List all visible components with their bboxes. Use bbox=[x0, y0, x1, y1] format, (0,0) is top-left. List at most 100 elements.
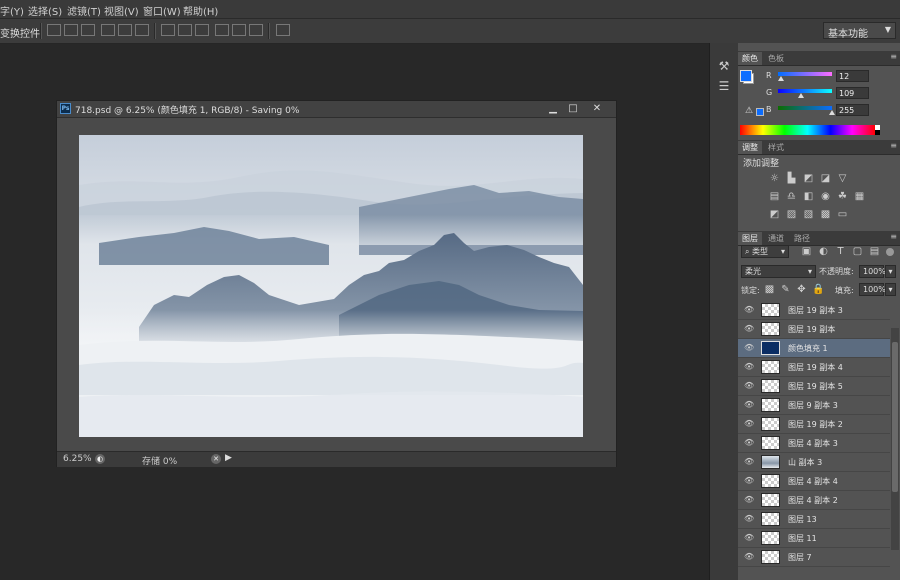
color-lookup-icon[interactable]: ▦ bbox=[854, 192, 865, 202]
panel-menu-icon[interactable]: ≡ bbox=[890, 52, 897, 61]
panel-menu-icon[interactable]: ≡ bbox=[890, 141, 897, 150]
align-left-icon[interactable] bbox=[101, 24, 115, 36]
web-safe-color-swatch[interactable] bbox=[756, 108, 764, 116]
visibility-eye-icon[interactable]: 👁 bbox=[744, 305, 754, 314]
lock-transparency-icon[interactable]: ▩ bbox=[764, 285, 775, 295]
lock-position-icon[interactable]: ✥ bbox=[796, 285, 807, 295]
layer-row[interactable]: 👁 图层 19 副本 5 bbox=[738, 377, 890, 396]
distribute-bottom-icon[interactable] bbox=[195, 24, 209, 36]
layer-row[interactable]: 👁 图层 7 bbox=[738, 548, 890, 567]
layer-row[interactable]: 👁 图层 4 副本 2 bbox=[738, 491, 890, 510]
canvas-area[interactable] bbox=[57, 118, 616, 451]
visibility-eye-icon[interactable]: 👁 bbox=[744, 438, 754, 447]
tab-layers[interactable]: 图层 bbox=[738, 232, 762, 245]
layer-row[interactable]: 👁 图层 4 副本 3 bbox=[738, 434, 890, 453]
filter-adjustment-icon[interactable]: ◐ bbox=[818, 247, 829, 257]
info-icon[interactable]: ◐ bbox=[95, 454, 105, 464]
menu-view[interactable]: 视图(V) bbox=[104, 3, 139, 18]
align-right-icon[interactable] bbox=[135, 24, 149, 36]
layer-row[interactable]: 👁 图层 19 副本 3 bbox=[738, 301, 890, 320]
sliders-icon[interactable]: ☰ bbox=[717, 79, 731, 93]
filter-type-icon[interactable]: T bbox=[835, 247, 846, 257]
hue-saturation-icon[interactable]: ▤ bbox=[769, 192, 780, 202]
r-slider-thumb[interactable] bbox=[777, 76, 784, 81]
layer-row[interactable]: 👁 图层 19 副本 4 bbox=[738, 358, 890, 377]
foreground-color-swatch[interactable] bbox=[740, 70, 752, 82]
visibility-eye-icon[interactable]: 👁 bbox=[744, 476, 754, 485]
layers-scrollbar[interactable] bbox=[891, 328, 899, 550]
opacity-input[interactable]: 100% bbox=[859, 265, 886, 278]
minimize-button[interactable]: ▁ bbox=[543, 102, 563, 115]
tab-channels[interactable]: 通道 bbox=[764, 232, 788, 245]
layer-row[interactable]: 👁 图层 19 副本 bbox=[738, 320, 890, 339]
distribute-left-icon[interactable] bbox=[215, 24, 229, 36]
r-slider-track[interactable] bbox=[778, 72, 832, 76]
menu-type[interactable]: 字(Y) bbox=[0, 3, 24, 18]
layer-row[interactable]: 👁 图层 19 副本 2 bbox=[738, 415, 890, 434]
black-swatch[interactable] bbox=[875, 130, 880, 135]
align-top-icon[interactable] bbox=[47, 24, 61, 36]
vibrance-icon[interactable]: ▽ bbox=[837, 174, 848, 184]
visibility-eye-icon[interactable]: 👁 bbox=[744, 362, 754, 371]
g-slider-track[interactable] bbox=[778, 89, 832, 93]
visibility-eye-icon[interactable]: 👁 bbox=[744, 514, 754, 523]
visibility-eye-icon[interactable]: 👁 bbox=[744, 495, 754, 504]
threshold-icon[interactable]: ▧ bbox=[803, 210, 814, 220]
distribute-top-icon[interactable] bbox=[161, 24, 175, 36]
fill-dropdown-icon[interactable]: ▾ bbox=[885, 283, 896, 296]
visibility-eye-icon[interactable]: 👁 bbox=[744, 457, 754, 466]
filter-toggle-icon[interactable] bbox=[886, 248, 894, 256]
mountain-mist-artwork[interactable] bbox=[79, 135, 583, 437]
auto-align-icon[interactable] bbox=[276, 24, 290, 36]
menu-window[interactable]: 窗口(W) bbox=[143, 3, 181, 18]
levels-icon[interactable]: ▙ bbox=[786, 174, 797, 184]
layer-row[interactable]: 👁 颜色填充 1 bbox=[738, 339, 890, 358]
visibility-eye-icon[interactable]: 👁 bbox=[744, 419, 754, 428]
photo-filter-icon[interactable]: ◉ bbox=[820, 192, 831, 202]
lock-pixels-icon[interactable]: ✎ bbox=[780, 285, 791, 295]
menu-filter[interactable]: 滤镜(T) bbox=[67, 3, 101, 18]
exposure-icon[interactable]: ◪ bbox=[820, 174, 831, 184]
distribute-vcenter-icon[interactable] bbox=[178, 24, 192, 36]
visibility-eye-icon[interactable]: 👁 bbox=[744, 381, 754, 390]
tab-swatches[interactable]: 色板 bbox=[764, 52, 788, 65]
layer-row[interactable]: 👁 图层 4 副本 4 bbox=[738, 472, 890, 491]
menu-select[interactable]: 选择(S) bbox=[28, 3, 62, 18]
menu-help[interactable]: 帮助(H) bbox=[183, 3, 218, 18]
align-bottom-icon[interactable] bbox=[81, 24, 95, 36]
workspace-select[interactable]: 基本功能 ▼ bbox=[823, 22, 896, 40]
maximize-button[interactable]: □ bbox=[563, 102, 583, 115]
visibility-eye-icon[interactable]: 👁 bbox=[744, 552, 754, 561]
selective-color-icon[interactable]: ▩ bbox=[820, 210, 831, 220]
blend-mode-select[interactable]: 柔光 ▾ bbox=[741, 265, 816, 278]
visibility-eye-icon[interactable]: 👁 bbox=[744, 324, 754, 333]
distribute-right-icon[interactable] bbox=[249, 24, 263, 36]
gradient-map-icon[interactable]: ▭ bbox=[837, 210, 848, 220]
g-slider-thumb[interactable] bbox=[798, 93, 805, 98]
opacity-dropdown-icon[interactable]: ▾ bbox=[885, 265, 896, 278]
lock-all-icon[interactable]: 🔒 bbox=[812, 285, 824, 295]
color-balance-icon[interactable]: ♎ bbox=[786, 192, 797, 202]
close-button[interactable]: ✕ bbox=[587, 102, 607, 115]
layer-row[interactable]: 👁 山 副本 3 bbox=[738, 453, 890, 472]
g-input[interactable]: 109 bbox=[836, 87, 869, 99]
b-slider-thumb[interactable] bbox=[829, 110, 835, 115]
filter-pixel-icon[interactable]: ▣ bbox=[801, 247, 812, 257]
brightness-icon[interactable]: ☼ bbox=[769, 174, 780, 184]
visibility-eye-icon[interactable]: 👁 bbox=[744, 400, 754, 409]
fill-input[interactable]: 100% bbox=[859, 283, 886, 296]
filter-smart-object-icon[interactable]: ▤ bbox=[869, 247, 880, 257]
invert-icon[interactable]: ◩ bbox=[769, 210, 780, 220]
posterize-icon[interactable]: ▨ bbox=[786, 210, 797, 220]
r-input[interactable]: 12 bbox=[836, 70, 869, 82]
visibility-eye-icon[interactable]: 👁 bbox=[744, 343, 754, 352]
tab-color[interactable]: 颜色 bbox=[738, 52, 762, 65]
channel-mixer-icon[interactable]: ☘ bbox=[837, 192, 848, 202]
cancel-save-icon[interactable]: ✕ bbox=[211, 454, 221, 464]
align-hcenter-icon[interactable] bbox=[118, 24, 132, 36]
tab-adjustments[interactable]: 调整 bbox=[738, 141, 762, 154]
color-spectrum-bar[interactable] bbox=[740, 125, 875, 135]
layer-row[interactable]: 👁 图层 13 bbox=[738, 510, 890, 529]
layer-row[interactable]: 👁 图层 11 bbox=[738, 529, 890, 548]
tab-paths[interactable]: 路径 bbox=[790, 232, 814, 245]
